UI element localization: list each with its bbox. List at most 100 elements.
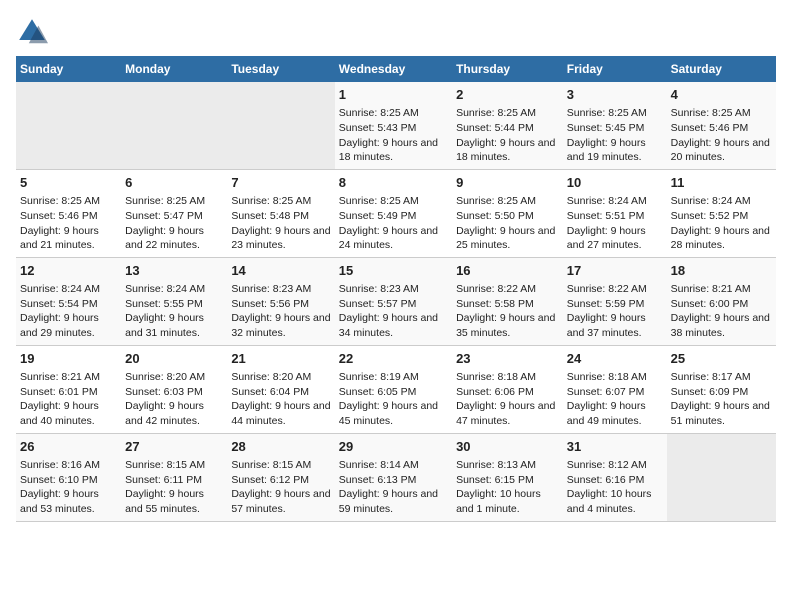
day-cell-17: 17Sunrise: 8:22 AMSunset: 5:59 PMDayligh… [563, 257, 667, 345]
calendar-table: SundayMondayTuesdayWednesdayThursdayFrid… [16, 56, 776, 522]
logo-icon [16, 16, 48, 48]
header-monday: Monday [121, 56, 227, 82]
sunrise-text: Sunrise: 8:25 AM [125, 195, 205, 207]
sunset-text: Sunset: 6:15 PM [456, 474, 534, 486]
sunrise-text: Sunrise: 8:20 AM [125, 371, 205, 383]
day-cell-30: 30 Sunrise: 8:13 AM Sunset: 6:15 PM Dayligh… [452, 433, 563, 521]
day-cell-21: 21Sunrise: 8:20 AMSunset: 6:04 PMDayligh… [227, 345, 334, 433]
day-number: 6 [125, 174, 223, 192]
empty-cell [667, 433, 776, 521]
daylight-text: Daylight: 9 hours and 21 minutes. [20, 225, 99, 252]
calendar-week-4: 19Sunrise: 8:21 AMSunset: 6:01 PMDayligh… [16, 345, 776, 433]
day-cell-15: 15 Sunrise: 8:23 AM Sunset: 5:57 PM Dayligh… [335, 257, 452, 345]
sunrise-text: Sunrise: 8:25 AM [567, 107, 647, 119]
sunrise-text: Sunrise: 8:17 AM [671, 371, 751, 383]
daylight-text: Daylight: 9 hours and 22 minutes. [125, 225, 204, 252]
sunset-text: Sunset: 5:56 PM [231, 298, 309, 310]
sunrise-text: Sunrise: 8:21 AM [20, 371, 100, 383]
calendar-week-5: 26Sunrise: 8:16 AMSunset: 6:10 PMDayligh… [16, 433, 776, 521]
sunset-text: Sunset: 5:45 PM [567, 122, 645, 134]
day-cell-18: 18Sunrise: 8:21 AMSunset: 6:00 PMDayligh… [667, 257, 776, 345]
sunrise-text: Sunrise: 8:23 AM [231, 283, 311, 295]
sunset-text: Sunset: 6:12 PM [231, 474, 309, 486]
sunrise-text: Sunrise: 8:25 AM [671, 107, 751, 119]
daylight-text: Daylight: 9 hours and 32 minutes. [231, 312, 330, 339]
daylight-text: Daylight: 9 hours and 29 minutes. [20, 312, 99, 339]
sunset-text: Sunset: 6:06 PM [456, 386, 534, 398]
daylight-text: Daylight: 9 hours and 49 minutes. [567, 400, 646, 427]
sunrise-text: Sunrise: 8:18 AM [456, 371, 536, 383]
daylight-text: Daylight: 9 hours and 34 minutes. [339, 312, 438, 339]
day-number: 3 [567, 86, 663, 104]
day-number: 29 [339, 438, 448, 456]
sunset-text: Sunset: 5:55 PM [125, 298, 203, 310]
sunset-text: Sunset: 5:46 PM [20, 210, 98, 222]
daylight-text: Daylight: 9 hours and 53 minutes. [20, 488, 99, 515]
sunrise-text: Sunrise: 8:15 AM [231, 459, 311, 471]
sunrise-text: Sunrise: 8:21 AM [671, 283, 751, 295]
day-cell-5: 5Sunrise: 8:25 AMSunset: 5:46 PMDaylight… [16, 169, 121, 257]
sunrise-text: Sunrise: 8:18 AM [567, 371, 647, 383]
sunset-text: Sunset: 5:49 PM [339, 210, 417, 222]
day-cell-7: 7Sunrise: 8:25 AMSunset: 5:48 PMDaylight… [227, 169, 334, 257]
day-cell-14: 14Sunrise: 8:23 AMSunset: 5:56 PMDayligh… [227, 257, 334, 345]
day-cell-19: 19Sunrise: 8:21 AMSunset: 6:01 PMDayligh… [16, 345, 121, 433]
day-number: 2 [456, 86, 559, 104]
sunset-text: Sunset: 5:59 PM [567, 298, 645, 310]
sunset-text: Sunset: 5:43 PM [339, 122, 417, 134]
day-cell-9: 9Sunrise: 8:25 AMSunset: 5:50 PMDaylight… [452, 169, 563, 257]
daylight-text: Daylight: 9 hours and 24 minutes. [339, 225, 438, 252]
header-tuesday: Tuesday [227, 56, 334, 82]
daylight-text: Daylight: 9 hours and 59 minutes. [339, 488, 438, 515]
sunrise-text: Sunrise: 8:25 AM [339, 107, 419, 119]
day-number: 4 [671, 86, 772, 104]
sunset-text: Sunset: 5:57 PM [339, 298, 417, 310]
day-number: 9 [456, 174, 559, 192]
day-cell-29: 29Sunrise: 8:14 AMSunset: 6:13 PMDayligh… [335, 433, 452, 521]
day-number: 15 [339, 262, 448, 280]
sunset-text: Sunset: 6:03 PM [125, 386, 203, 398]
sunrise-text: Sunrise: 8:15 AM [125, 459, 205, 471]
sunrise-text: Sunrise: 8:25 AM [339, 195, 419, 207]
sunrise-text: Sunrise: 8:13 AM [456, 459, 536, 471]
day-number: 12 [20, 262, 117, 280]
daylight-text: Daylight: 9 hours and 35 minutes. [456, 312, 555, 339]
sunset-text: Sunset: 5:58 PM [456, 298, 534, 310]
sunrise-text: Sunrise: 8:24 AM [20, 283, 100, 295]
daylight-text: Daylight: 9 hours and 42 minutes. [125, 400, 204, 427]
daylight-text: Daylight: 9 hours and 19 minutes. [567, 137, 646, 164]
daylight-text: Daylight: 9 hours and 38 minutes. [671, 312, 770, 339]
sunset-text: Sunset: 6:05 PM [339, 386, 417, 398]
page-header [16, 16, 776, 48]
day-cell-23: 23Sunrise: 8:18 AMSunset: 6:06 PMDayligh… [452, 345, 563, 433]
sunrise-text: Sunrise: 8:24 AM [567, 195, 647, 207]
sunset-text: Sunset: 5:50 PM [456, 210, 534, 222]
day-number: 7 [231, 174, 330, 192]
day-number: 22 [339, 350, 448, 368]
sunrise-text: Sunrise: 8:23 AM [339, 283, 419, 295]
sunrise-text: Sunrise: 8:22 AM [456, 283, 536, 295]
sunrise-text: Sunrise: 8:12 AM [567, 459, 647, 471]
day-cell-20: 20Sunrise: 8:20 AMSunset: 6:03 PMDayligh… [121, 345, 227, 433]
day-number: 30 [456, 438, 559, 456]
daylight-text: Daylight: 9 hours and 18 minutes. [339, 137, 438, 164]
day-number: 31 [567, 438, 663, 456]
day-number: 24 [567, 350, 663, 368]
daylight-text: Daylight: 9 hours and 51 minutes. [671, 400, 770, 427]
daylight-text: Daylight: 9 hours and 47 minutes. [456, 400, 555, 427]
sunset-text: Sunset: 6:16 PM [567, 474, 645, 486]
day-cell-13: 13Sunrise: 8:24 AMSunset: 5:55 PMDayligh… [121, 257, 227, 345]
day-number: 8 [339, 174, 448, 192]
daylight-text: Daylight: 9 hours and 44 minutes. [231, 400, 330, 427]
daylight-text: Daylight: 10 hours and 4 minutes. [567, 488, 652, 515]
sunset-text: Sunset: 5:51 PM [567, 210, 645, 222]
header-wednesday: Wednesday [335, 56, 452, 82]
sunrise-text: Sunrise: 8:22 AM [567, 283, 647, 295]
sunset-text: Sunset: 6:10 PM [20, 474, 98, 486]
sunset-text: Sunset: 5:47 PM [125, 210, 203, 222]
daylight-text: Daylight: 10 hours and 1 minute. [456, 488, 541, 515]
day-cell-16: 16Sunrise: 8:22 AMSunset: 5:58 PMDayligh… [452, 257, 563, 345]
empty-cell [227, 82, 334, 169]
day-number: 21 [231, 350, 330, 368]
daylight-text: Daylight: 9 hours and 18 minutes. [456, 137, 555, 164]
